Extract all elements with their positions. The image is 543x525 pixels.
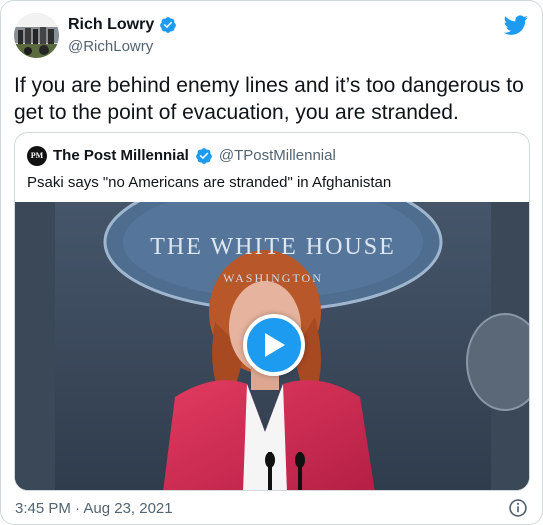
quoted-author-avatar[interactable]: PM bbox=[27, 146, 47, 166]
quoted-tweet-header[interactable]: PM The Post Millennial @TPostMillennial bbox=[27, 146, 336, 166]
quoted-tweet-card[interactable]: PM The Post Millennial @TPostMillennial … bbox=[14, 132, 530, 491]
verified-badge-icon bbox=[195, 148, 212, 164]
author-display-name[interactable]: Rich Lowry bbox=[68, 15, 177, 35]
quoted-tweet-text: Psaki says "no Americans are stranded" i… bbox=[27, 174, 392, 191]
avatar-photo bbox=[14, 13, 59, 58]
quoted-author-handle[interactable]: @TPostMillennial bbox=[219, 146, 336, 166]
author-handle[interactable]: @RichLowry bbox=[68, 37, 177, 57]
seal-text: THE WHITE HOUSE bbox=[150, 234, 396, 260]
video-play-button[interactable] bbox=[243, 314, 305, 376]
author-name-text[interactable]: Rich Lowry bbox=[68, 15, 154, 35]
author-info[interactable]: Rich Lowry @RichLowry bbox=[68, 15, 177, 57]
seal-sub-text: WASHINGTON bbox=[223, 271, 323, 285]
play-icon bbox=[265, 333, 285, 357]
quoted-author-name[interactable]: The Post Millennial bbox=[53, 146, 189, 166]
tweet-card[interactable]: Rich Lowry @RichLowry If you are behind … bbox=[0, 0, 543, 525]
tweet-timestamp[interactable]: 3:45 PM · Aug 23, 2021 bbox=[15, 499, 173, 519]
author-avatar[interactable] bbox=[14, 13, 59, 58]
info-icon[interactable] bbox=[508, 498, 528, 518]
quoted-tweet-video[interactable]: THE WHITE HOUSE WASHINGTON bbox=[15, 202, 529, 490]
tweet-text: If you are behind enemy lines and it’s t… bbox=[14, 74, 524, 124]
twitter-bird-icon[interactable] bbox=[504, 13, 528, 37]
quoted-avatar-initials: PM bbox=[30, 151, 44, 160]
verified-badge-icon bbox=[160, 17, 177, 33]
